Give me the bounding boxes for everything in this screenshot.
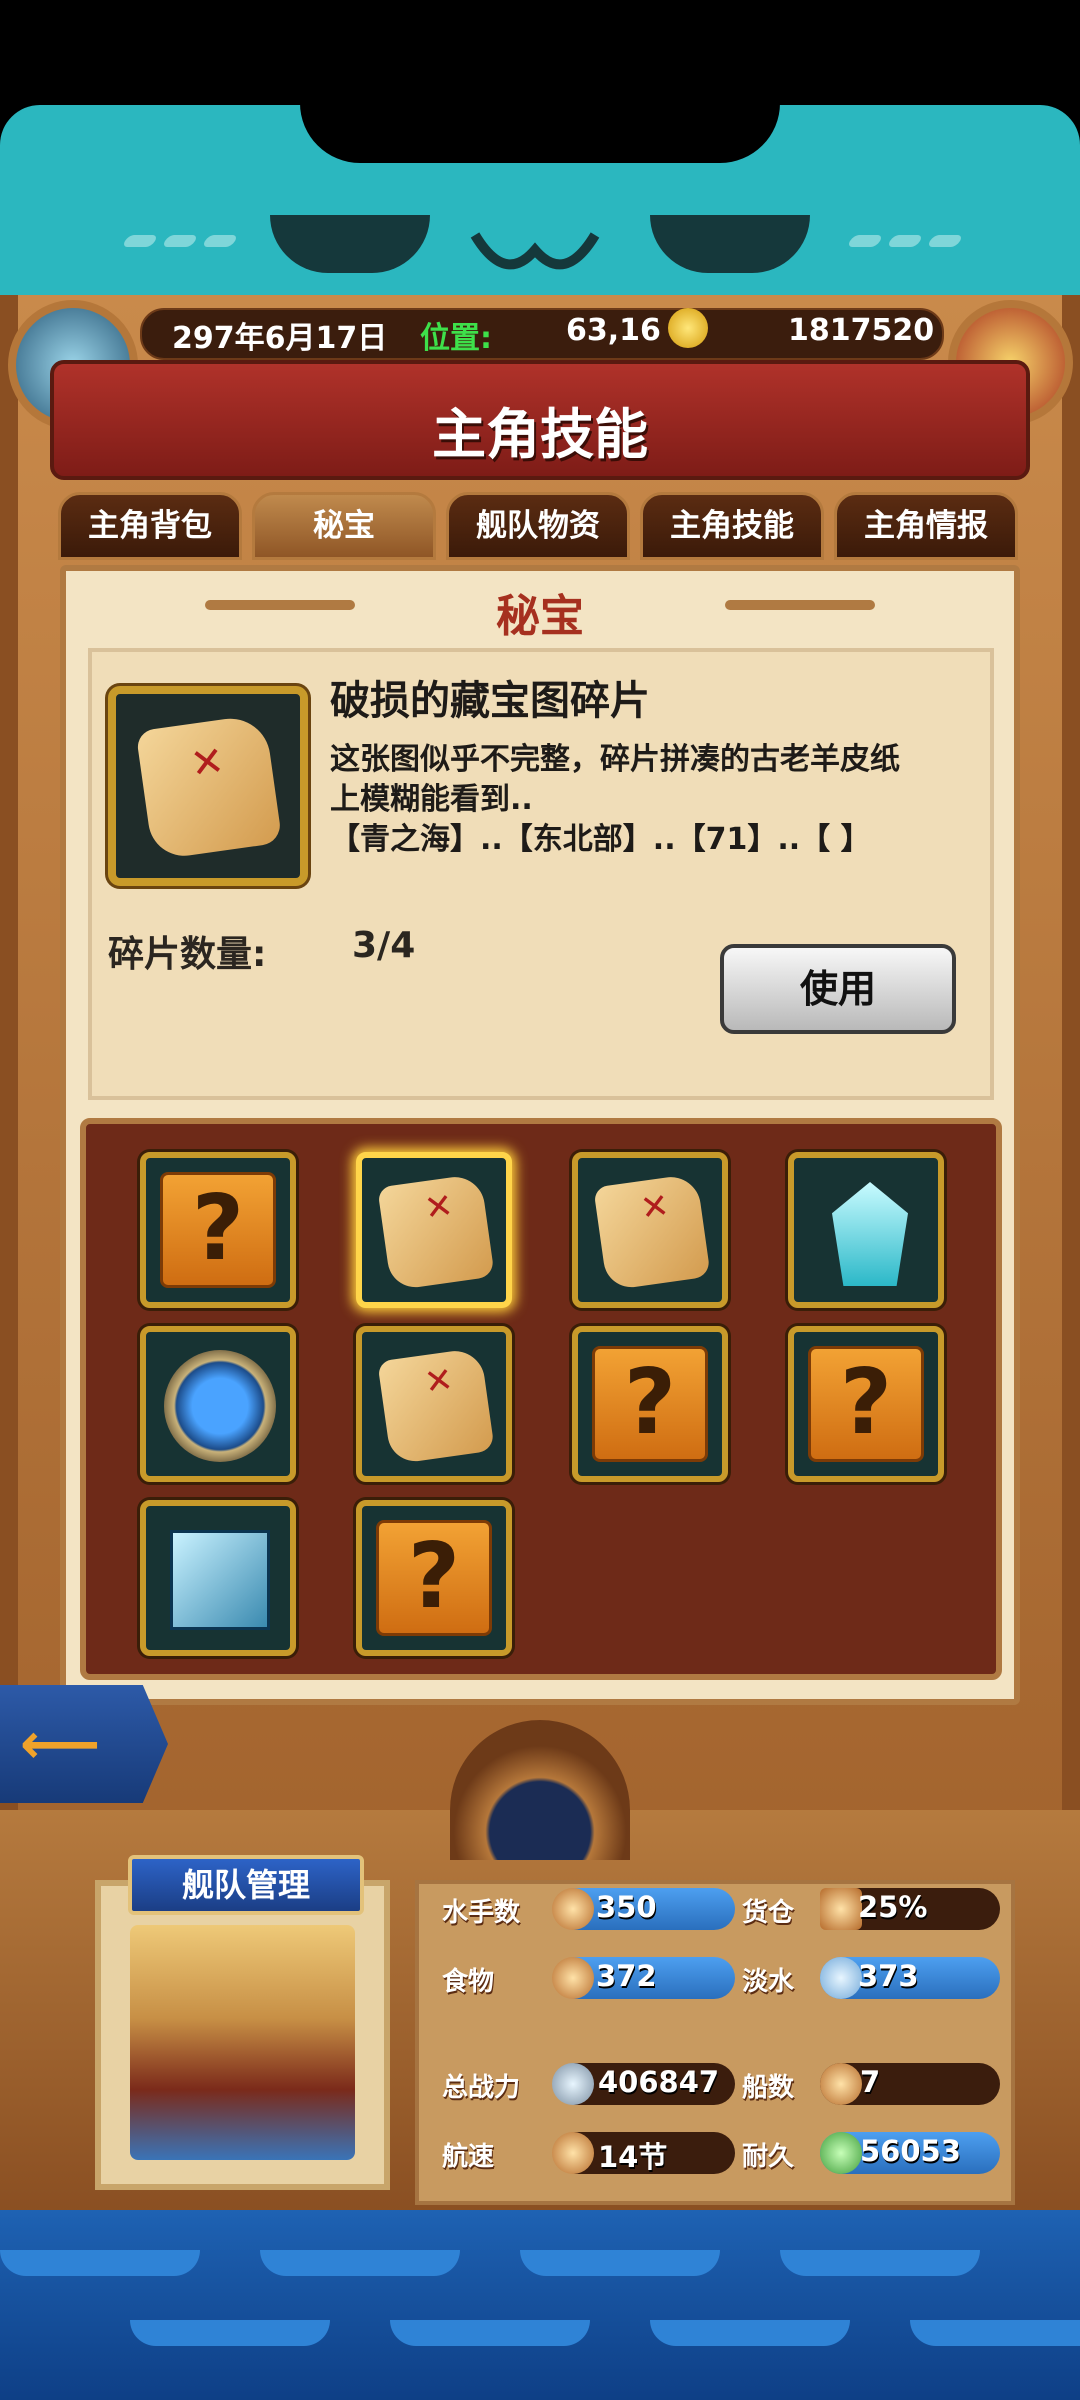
sailor-icon: [552, 1888, 594, 1930]
sail-icon: [552, 2132, 594, 2174]
use-button[interactable]: 使用: [720, 944, 956, 1034]
stat-value-durability: 56053: [860, 2134, 961, 2168]
map-fragment-icon: [377, 1173, 495, 1291]
grid-slot-unknown[interactable]: ?: [572, 1326, 728, 1482]
stat-label-power: 总战力: [442, 2073, 521, 2103]
cat-eye-right: [650, 215, 810, 273]
stat-label-ships: 船数: [742, 2073, 795, 2103]
grid-slot-ice-cube[interactable]: [140, 1500, 296, 1656]
stat-value-cargo: 25%: [858, 1890, 928, 1924]
stat-label-cargo: 货仓: [742, 1898, 795, 1928]
stat-label-food: 食物: [442, 1967, 495, 1997]
ship-icon: [820, 2063, 862, 2105]
stat-label-sailors: 水手数: [442, 1898, 521, 1928]
fleet-management-button[interactable]: 舰队管理: [128, 1855, 364, 1915]
question-mark-icon: ?: [376, 1520, 492, 1636]
position-value: 63,16: [566, 313, 661, 348]
repair-icon: [820, 2132, 862, 2174]
stat-value-speed: 14节: [598, 2140, 668, 2174]
stat-label-water: 淡水: [742, 1967, 795, 1997]
question-mark-icon: ?: [160, 1172, 276, 1288]
crate-icon: [820, 1888, 862, 1930]
grid-slot-compass[interactable]: [140, 1326, 296, 1482]
date-text: 297年6月17日: [172, 321, 388, 356]
grid-slot-map-fragment[interactable]: [356, 1326, 512, 1482]
water-jug-icon: [820, 1957, 862, 1999]
ship-image: [130, 1925, 355, 2160]
crystal-icon: [832, 1182, 908, 1286]
back-arrow-icon: ⟵: [20, 1712, 101, 1777]
ice-cube-icon: [170, 1530, 270, 1630]
page-title: 主角技能: [432, 403, 648, 466]
question-mark-icon: ?: [808, 1346, 924, 1462]
cat-banner: [0, 103, 1080, 295]
section-title: 秘宝: [496, 591, 584, 642]
tab-fleet-supplies[interactable]: 舰队物资: [446, 492, 630, 560]
stat-value-water: 373: [858, 1959, 919, 1993]
gold-amount: 1817520: [788, 313, 935, 348]
grid-slot-unknown[interactable]: ?: [356, 1500, 512, 1656]
swords-icon: [552, 2063, 594, 2105]
fragment-count-value: 3/4: [352, 925, 416, 966]
grid-slot-crystal[interactable]: [788, 1152, 944, 1308]
grid-slot-unknown[interactable]: ?: [140, 1152, 296, 1308]
tab-backpack[interactable]: 主角背包: [58, 492, 242, 560]
fragment-count-label: 碎片数量:: [108, 934, 267, 975]
item-desc-line: 上模糊能看到..: [330, 782, 533, 817]
tab-skills[interactable]: 主角技能: [640, 492, 824, 560]
treasure-map-icon: [108, 686, 308, 886]
stat-value-food: 372: [596, 1959, 657, 1993]
item-desc-line: 【青之海】..【东北部】..【71】..【 】: [330, 822, 871, 857]
grid-slot-map-fragment[interactable]: [572, 1152, 728, 1308]
grid-slot-unknown[interactable]: ?: [788, 1326, 944, 1482]
compass-medallion-icon: [164, 1350, 276, 1462]
map-fragment-icon: [593, 1173, 711, 1291]
item-name: 破损的藏宝图碎片: [330, 678, 650, 724]
stat-value-sailors: 350: [596, 1890, 657, 1924]
tab-intel[interactable]: 主角情报: [834, 492, 1018, 560]
tab-treasure[interactable]: 秘宝: [252, 492, 436, 560]
gold-coin-icon: [668, 308, 708, 348]
stat-label-speed: 航速: [442, 2142, 495, 2172]
cat-mouth: [470, 232, 600, 270]
map-fragment-icon: [377, 1347, 495, 1465]
cat-eye-left: [270, 215, 430, 273]
sea-background: [0, 2210, 1080, 2400]
item-desc-line: 这张图似乎不完整，碎片拼凑的古老羊皮纸: [330, 742, 900, 777]
stat-value-power: 406847: [598, 2065, 720, 2099]
meat-icon: [552, 1957, 594, 1999]
question-mark-icon: ?: [592, 1346, 708, 1462]
position-label: 位置:: [420, 321, 492, 356]
item-description: 这张图似乎不完整，碎片拼凑的古老羊皮纸 上模糊能看到.. 【青之海】..【东北部…: [330, 740, 980, 860]
grid-slot-map-fragment-selected[interactable]: [356, 1152, 512, 1308]
stat-label-durability: 耐久: [742, 2142, 795, 2172]
stat-value-ships: 7: [860, 2065, 881, 2099]
